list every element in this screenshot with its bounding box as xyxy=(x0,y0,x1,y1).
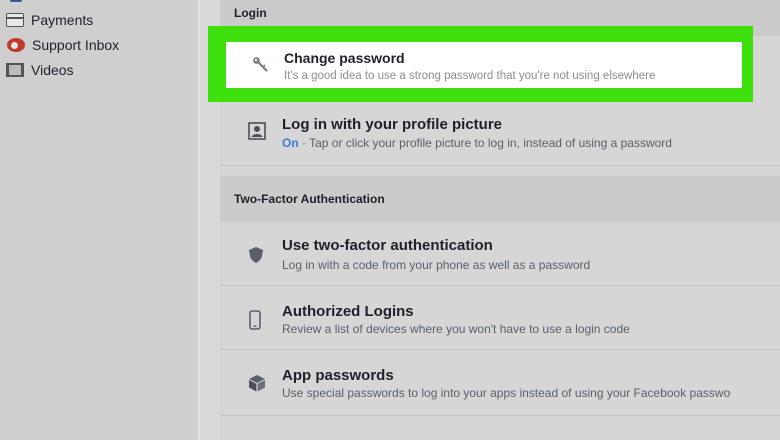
change-password-highlight: Change password It's a good idea to use … xyxy=(208,26,753,102)
row-title: Use two-factor authentication xyxy=(282,237,493,254)
profile-picture-icon xyxy=(248,122,266,140)
sidebar-item-videos[interactable]: Videos xyxy=(6,59,74,81)
row-title: Log in with your profile picture xyxy=(282,116,502,133)
payments-icon xyxy=(6,13,24,27)
row-desc: Review a list of devices where you won't… xyxy=(282,322,630,336)
row-desc: Log in with a code from your phone as we… xyxy=(282,258,591,272)
app-passwords-row[interactable]: App passwords Use special passwords to l… xyxy=(220,350,780,416)
two-factor-section-header: Two-Factor Authentication xyxy=(220,176,780,222)
row-title: App passwords xyxy=(282,367,394,384)
cube-icon xyxy=(248,374,265,392)
two-factor-row[interactable]: Use two-factor authentication Log in wit… xyxy=(220,222,780,286)
phone-icon xyxy=(248,310,264,330)
row-title: Authorized Logins xyxy=(282,303,414,320)
videos-icon xyxy=(6,63,24,77)
row-desc: Use special passwords to log into your a… xyxy=(282,386,731,400)
row-title: Change password xyxy=(284,50,405,66)
main-content: Login Log in with your profile picture O… xyxy=(200,0,780,440)
change-password-row[interactable]: Change password It's a good idea to use … xyxy=(226,42,742,88)
status-on: On xyxy=(282,136,299,150)
left-sidebar: Payments Support Inbox Videos xyxy=(0,0,198,440)
support-inbox-icon xyxy=(7,38,25,52)
shield-icon xyxy=(248,246,264,264)
sidebar-item-label: Videos xyxy=(31,62,74,78)
sidebar-item-label: Support Inbox xyxy=(32,37,120,53)
profile-picture-login-row[interactable]: Log in with your profile picture On · Ta… xyxy=(220,100,780,166)
next-row-partial xyxy=(220,418,780,440)
partial-icon xyxy=(10,0,22,2)
sidebar-item-payments[interactable]: Payments xyxy=(6,9,93,31)
row-desc: On · Tap or click your profile picture t… xyxy=(282,136,672,150)
key-icon xyxy=(252,56,268,72)
row-desc: It's a good idea to use a strong passwor… xyxy=(284,70,656,82)
sidebar-item-support-inbox[interactable]: Support Inbox xyxy=(6,34,119,56)
sidebar-item-label: Payments xyxy=(31,12,94,28)
authorized-logins-row[interactable]: Authorized Logins Review a list of devic… xyxy=(220,286,780,350)
